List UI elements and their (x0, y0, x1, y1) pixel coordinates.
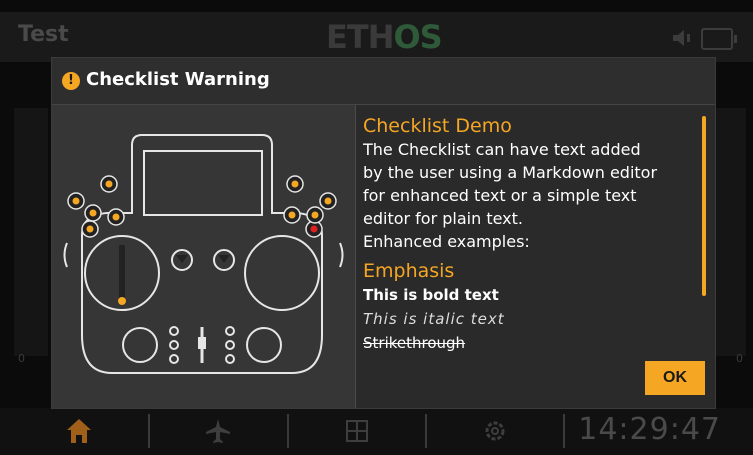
screen: Test ETHOS 0 0 14:29:47 ! Checklist Warn… (0, 0, 753, 455)
axis-zero-right: 0 (736, 352, 743, 365)
warning-icon: ! (62, 72, 80, 90)
nav-separator (425, 414, 427, 448)
heading-checklist-demo: Checklist Demo (363, 115, 512, 137)
battery-icon (701, 28, 737, 50)
paragraph-line: by the user using a Markdown editor (363, 163, 658, 182)
pane-divider (355, 105, 356, 408)
model-name[interactable]: Test (18, 22, 69, 47)
top-status-bar: Test ETHOS (0, 12, 753, 62)
nav-separator (563, 414, 565, 448)
heading-emphasis: Emphasis (363, 260, 455, 282)
dialog-header: ! Checklist Warning (52, 58, 715, 105)
background-widget-right (716, 108, 746, 356)
checklist-warning-dialog: ! Checklist Warning Checklist Demo The C… (51, 57, 716, 409)
paragraph-line: editor for plain text. (363, 209, 523, 228)
clock: 14:29:47 (578, 412, 721, 447)
scrollbar[interactable] (702, 116, 706, 296)
bottom-nav-bar: 14:29:47 (0, 408, 753, 455)
background-widget-left (14, 108, 48, 356)
strikethrough-example: Strikethrough (363, 334, 466, 352)
airplane-icon[interactable] (203, 416, 233, 446)
home-icon[interactable] (64, 416, 94, 446)
status-icons[interactable] (671, 26, 737, 50)
nav-separator (148, 414, 150, 448)
speaker-icon (673, 30, 690, 46)
ok-button[interactable]: OK (645, 361, 705, 395)
layout-icon[interactable] (342, 416, 372, 446)
paragraph-line: for enhanced text or a simple text (363, 186, 637, 205)
ethos-logo: ETHOS (326, 18, 443, 56)
bold-example: This is bold text (363, 286, 499, 304)
dialog-title: Checklist Warning (86, 69, 270, 90)
italic-example: This is italic text (363, 310, 505, 328)
paragraph-line: Enhanced examples: (363, 232, 530, 251)
paragraph-line: The Checklist can have text added (363, 140, 641, 159)
transmitter-image (52, 105, 355, 408)
gear-icon[interactable] (480, 416, 510, 446)
transmitter-diagram (63, 134, 344, 374)
axis-zero-left: 0 (18, 352, 25, 365)
nav-separator (287, 414, 289, 448)
checklist-text[interactable]: Checklist Demo The Checklist can have te… (363, 114, 705, 354)
